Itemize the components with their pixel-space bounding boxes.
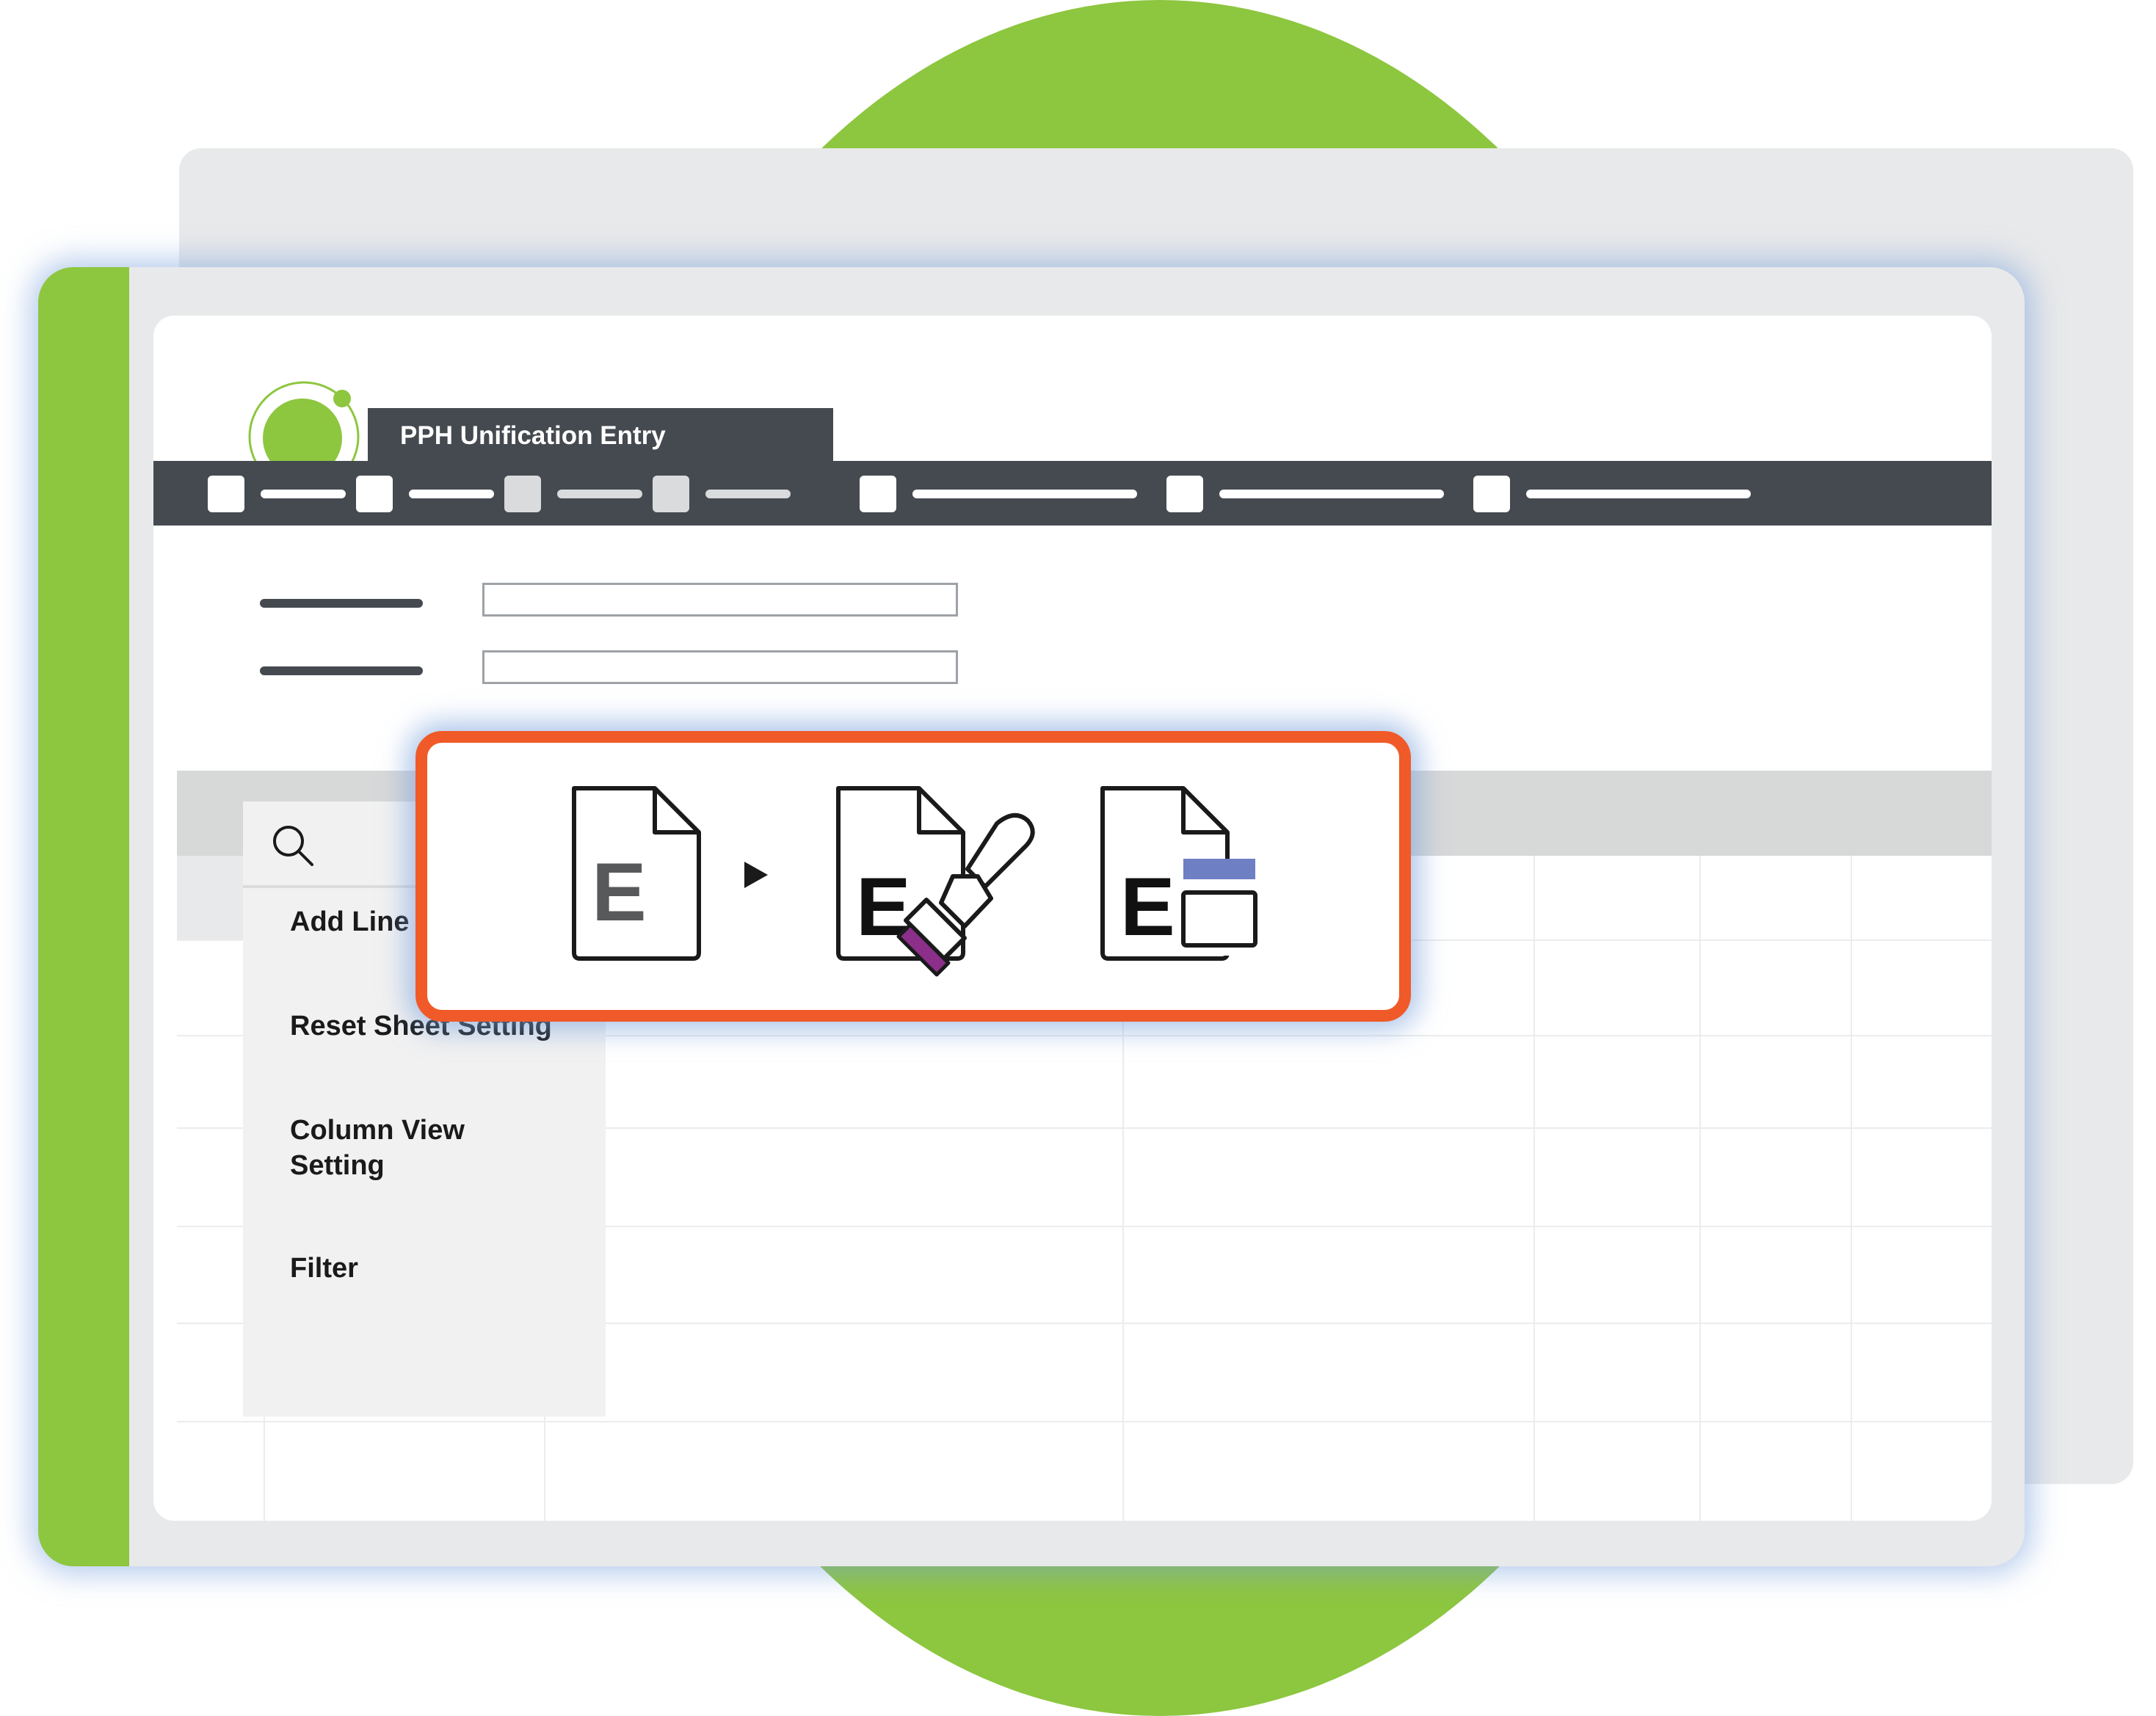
toolbar-item-2[interactable]	[409, 490, 494, 498]
form-label-1	[260, 599, 423, 608]
toolbar-checkbox-7[interactable]	[1473, 476, 1510, 512]
toolbar-item-3[interactable]	[557, 490, 642, 498]
form-input-1[interactable]	[482, 583, 958, 617]
toolbar-checkbox-2[interactable]	[356, 476, 393, 512]
window-accent-strip	[38, 267, 129, 1566]
excel-document-icon[interactable]: E	[572, 786, 701, 961]
menu-item-column-view-setting[interactable]: Column View Setting	[290, 1113, 510, 1183]
toolbar-checkbox-6[interactable]	[1166, 476, 1203, 512]
form-input-2[interactable]	[482, 650, 958, 684]
toolbar-checkbox-5[interactable]	[860, 476, 896, 512]
play-arrow-icon	[744, 862, 768, 888]
toolbar	[153, 461, 1992, 526]
grid-col-divider	[1699, 856, 1701, 1521]
toolbar-item-5[interactable]	[912, 490, 1137, 498]
grid-col-divider	[1851, 856, 1852, 1521]
toolbar-item-1[interactable]	[261, 490, 346, 498]
excel-format-brush-icon[interactable]: E	[836, 786, 1035, 977]
toolbar-checkbox-3[interactable]	[504, 476, 541, 512]
toolbar-item-4[interactable]	[705, 490, 791, 498]
grid-row-divider	[177, 1421, 1992, 1422]
search-icon[interactable]	[269, 822, 316, 869]
svg-text:E: E	[1120, 861, 1175, 953]
toolbar-checkbox-4[interactable]	[653, 476, 689, 512]
excel-layout-icon[interactable]: E	[1100, 786, 1257, 961]
toolbar-item-7[interactable]	[1526, 490, 1751, 498]
callout-icons: E E E	[572, 786, 1257, 977]
form-label-2	[260, 666, 423, 675]
svg-text:E: E	[592, 846, 647, 938]
page-title-tab[interactable]: PPH Unification Entry	[368, 408, 833, 464]
toolbar-checkbox-1[interactable]	[208, 476, 244, 512]
toolbar-item-6[interactable]	[1219, 490, 1444, 498]
menu-item-filter[interactable]: Filter	[290, 1251, 598, 1286]
grid-col-divider	[1533, 856, 1535, 1521]
feature-callout: E E E	[415, 731, 1411, 1022]
